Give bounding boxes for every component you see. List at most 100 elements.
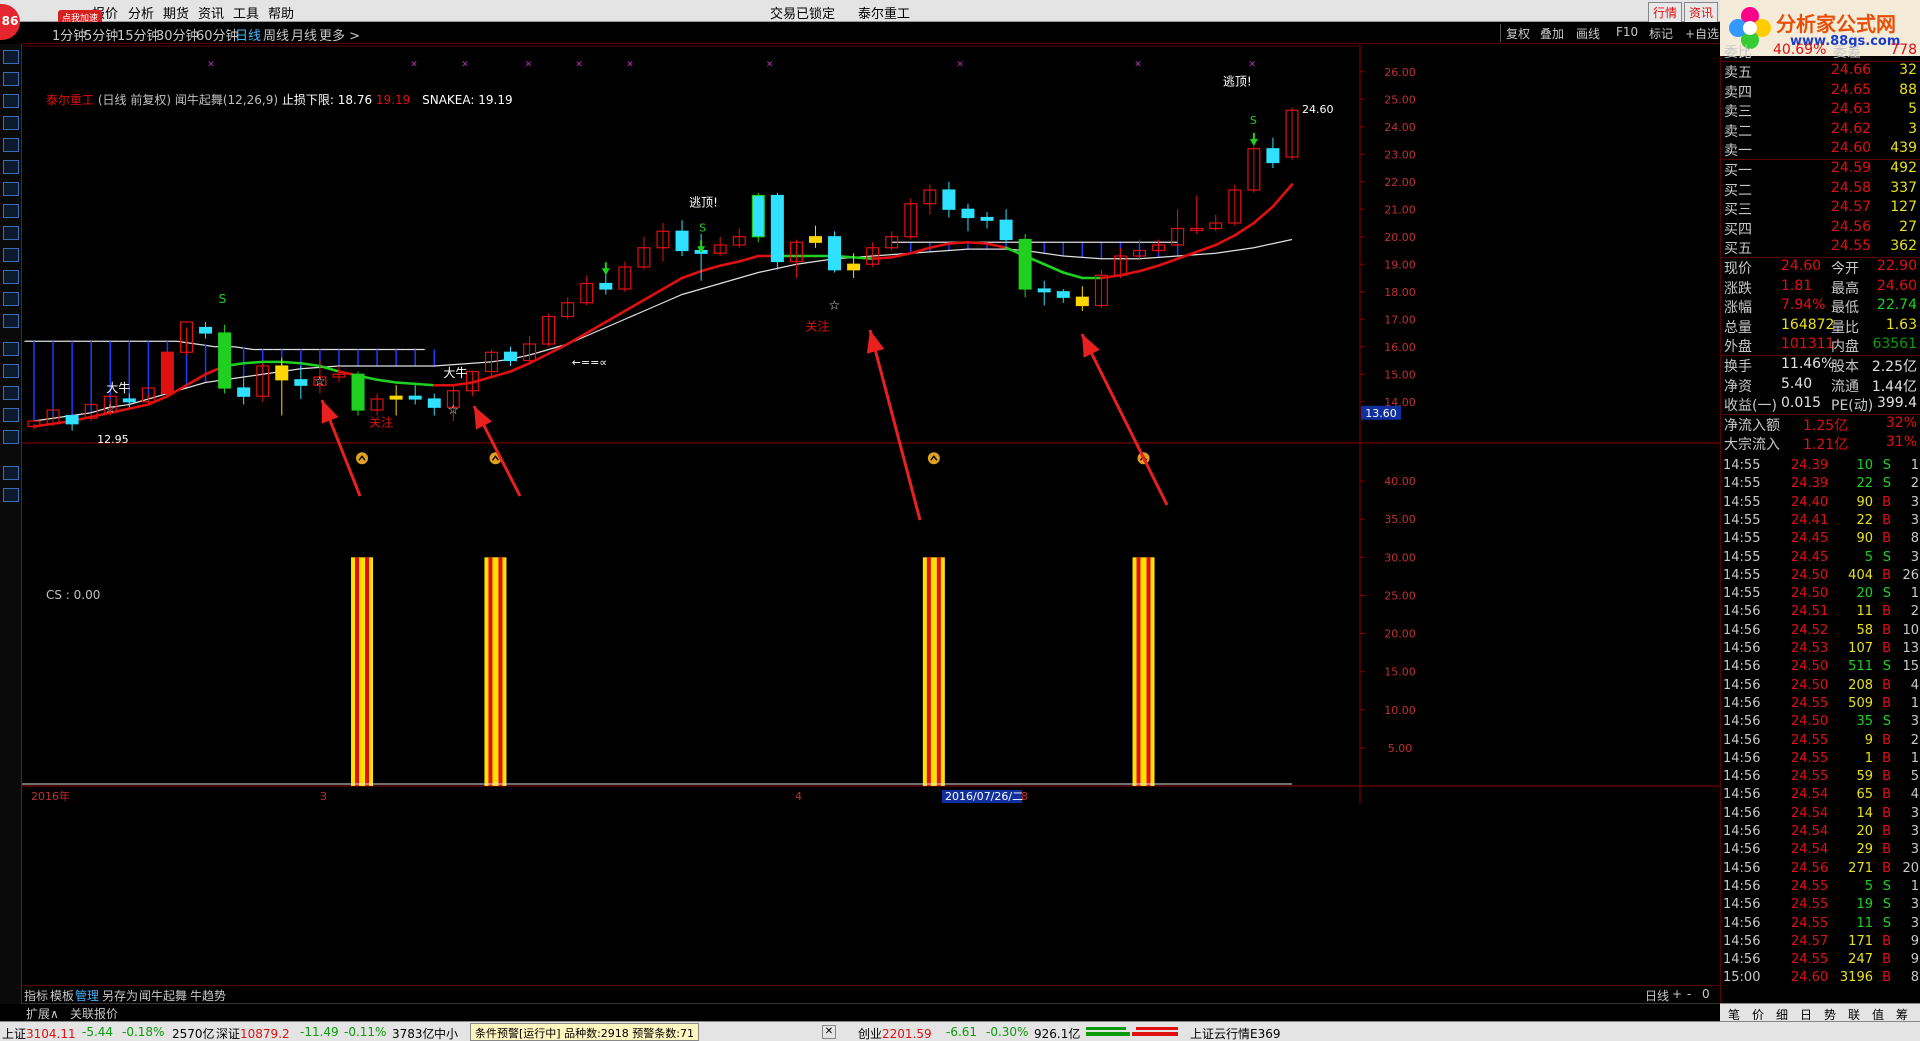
tab-template[interactable]: 模板 [50, 987, 74, 1004]
ask-row[interactable]: 卖一 24.60 439 [1721, 140, 1920, 159]
tool-pen-icon[interactable] [3, 430, 19, 444]
mark-button[interactable]: 标记 [1649, 25, 1673, 42]
expand-button[interactable]: 扩展∧ [26, 1005, 59, 1022]
tool-table-icon[interactable] [3, 138, 19, 152]
bid-row[interactable]: 买二 24.58 337 [1721, 180, 1920, 199]
sz-index[interactable]: 深证10879.2 [216, 1025, 290, 1041]
tick-row[interactable]: 14:56 24.55 9 B 2 [1721, 733, 1920, 751]
related-quote-button[interactable]: 关联报价 [70, 1005, 118, 1022]
tick-row[interactable]: 14:55 24.45 5 S 3 [1721, 550, 1920, 568]
tool-folder-icon[interactable] [3, 466, 19, 480]
f10-button[interactable]: F10 [1616, 25, 1638, 39]
tool-list-icon[interactable] [3, 94, 19, 108]
tick-row[interactable]: 14:56 24.55 11 S 3 [1721, 916, 1920, 934]
zoom-in-button[interactable]: + [1672, 987, 1682, 1001]
kline-chart[interactable]: 大牛 S 关注 大牛 逃顶! S 关注 逃顶! S 24.60 12.95 ←==∝ ☆ ☆ ☆ ☆ × × × × ×… [22, 44, 1720, 1008]
bid-row[interactable]: 买一 24.59 492 [1721, 160, 1920, 179]
tick-row[interactable]: 14:56 24.50 208 B 4 [1721, 678, 1920, 696]
period-weekly[interactable]: 周线 [263, 25, 289, 44]
tick-row[interactable]: 14:56 24.52 58 B 10 [1721, 623, 1920, 641]
tick-row[interactable]: 14:56 24.55 5 S 1 [1721, 879, 1920, 897]
tool-wave-icon[interactable] [3, 342, 19, 356]
overlay-button[interactable]: 叠加 [1540, 25, 1564, 42]
cloud-quote-status[interactable]: 上证云行情E369 [1190, 1025, 1281, 1041]
period-1min[interactable]: 1分钟 [52, 25, 86, 44]
tick-row[interactable]: 14:56 24.55 19 S 3 [1721, 897, 1920, 915]
tab-wenniu[interactable]: 闻牛起舞 [139, 987, 187, 1004]
period-15min[interactable]: 15分钟 [117, 25, 160, 44]
tick-row[interactable]: 14:56 24.54 20 B 3 [1721, 824, 1920, 842]
sh-index[interactable]: 上证3104.11 [2, 1025, 76, 1041]
tool-kline-icon[interactable] [3, 182, 19, 196]
tick-row[interactable]: 14:55 24.39 22 S 2 [1721, 476, 1920, 494]
period-30min[interactable]: 30分钟 [156, 25, 199, 44]
menu-tools[interactable]: 工具 [233, 3, 259, 22]
tab-niuqushi[interactable]: 牛趋势 [190, 987, 226, 1004]
menu-help[interactable]: 帮助 [268, 3, 294, 22]
tab-save-as[interactable]: 另存为 [102, 987, 138, 1004]
tick-row[interactable]: 14:55 24.40 90 B 3 [1721, 495, 1920, 513]
tool-export-icon[interactable] [3, 488, 19, 502]
tick-row[interactable]: 14:56 24.54 29 B 3 [1721, 842, 1920, 860]
tab-manage[interactable]: 管理 [75, 987, 99, 1004]
tool-line-chart-icon[interactable] [3, 160, 19, 174]
draw-button[interactable]: 画线 [1576, 25, 1600, 42]
tool-f11-icon[interactable] [3, 270, 19, 284]
period-monthly[interactable]: 月线 [291, 25, 317, 44]
alert-status[interactable]: 条件预警[运行中] 品种数:2918 预警条数:71 [470, 1023, 699, 1041]
tool-bar-icon[interactable] [3, 248, 19, 262]
add-watchlist-button[interactable]: +自选 [1685, 25, 1719, 42]
tick-row[interactable]: 14:55 24.50 404 B 26 [1721, 568, 1920, 586]
tick-row[interactable]: 14:56 24.50 511 S 15 [1721, 659, 1920, 677]
tick-row[interactable]: 14:55 24.50 20 S 1 [1721, 586, 1920, 604]
tool-clock-icon[interactable] [3, 314, 19, 328]
tick-row[interactable]: 14:56 24.51 11 B 2 [1721, 604, 1920, 622]
ask-row[interactable]: 卖四 24.65 88 [1721, 82, 1920, 101]
tick-row[interactable]: 14:55 24.41 22 B 3 [1721, 513, 1920, 531]
period-more[interactable]: 更多 > [319, 25, 360, 44]
tool-grid-icon[interactable] [3, 116, 19, 130]
tab-indicator[interactable]: 指标 [24, 987, 48, 1004]
zx-label[interactable]: 中小 [434, 1025, 458, 1041]
ask-row[interactable]: 卖三 24.63 5 [1721, 101, 1920, 120]
tick-row[interactable]: 14:56 24.55 247 B 9 [1721, 952, 1920, 970]
bid-row[interactable]: 买四 24.56 27 [1721, 219, 1920, 238]
tick-row[interactable]: 14:56 24.50 35 S 3 [1721, 714, 1920, 732]
cy-index[interactable]: 创业2201.59 [858, 1025, 932, 1041]
zoom-out-button[interactable]: - [1687, 987, 1691, 1001]
tool-f12-icon[interactable] [3, 292, 19, 306]
bid-row[interactable]: 买三 24.57 127 [1721, 199, 1920, 218]
tick-row[interactable]: 14:55 24.45 90 B 8 [1721, 531, 1920, 549]
chart-canvas[interactable]: 大牛S关注大牛逃顶!S关注逃顶!S24.6012.95←==∝☆☆☆☆× × × × ×… [22, 44, 1720, 1008]
tick-row[interactable]: 14:56 24.55 59 B 5 [1721, 769, 1920, 787]
tab-news[interactable]: 资讯 [1684, 2, 1719, 23]
tick-row[interactable]: 14:56 24.56 271 B 20 [1721, 861, 1920, 879]
bid-row[interactable]: 买五 24.55 362 [1721, 238, 1920, 257]
tick-row[interactable]: 14:56 24.55 509 B 1 [1721, 696, 1920, 714]
tick-row[interactable]: 14:56 24.53 107 B 13 [1721, 641, 1920, 659]
adjust-button[interactable]: 复权 [1506, 25, 1530, 42]
tool-rsi-icon[interactable] [3, 364, 19, 378]
period-daily[interactable]: 日线 [235, 25, 261, 44]
zoom-reset-button[interactable]: 0 [1702, 987, 1710, 1001]
period-5min[interactable]: 5分钟 [84, 25, 118, 44]
tick-row[interactable]: 14:55 24.39 10 S 1 [1721, 458, 1920, 476]
close-alert-icon[interactable]: ✕ [822, 1025, 836, 1039]
tab-market[interactable]: 行情 [1648, 2, 1683, 23]
tool-news-icon[interactable] [3, 226, 19, 240]
tool-move-icon[interactable] [3, 408, 19, 422]
tick-row[interactable]: 15:00 24.60 3196 B 8 [1721, 970, 1920, 988]
tick-row[interactable]: 14:56 24.55 1 B 1 [1721, 751, 1920, 769]
ask-row[interactable]: 卖二 24.62 3 [1721, 121, 1920, 140]
tool-up-icon[interactable] [3, 50, 19, 64]
ask-row[interactable]: 卖五 24.66 32 [1721, 62, 1920, 81]
tool-down-icon[interactable] [3, 72, 19, 86]
tool-dollar-icon[interactable] [3, 386, 19, 400]
tool-f10-icon[interactable] [3, 204, 19, 218]
tick-row[interactable]: 14:56 24.54 65 B 4 [1721, 787, 1920, 805]
menu-news[interactable]: 资讯 [198, 3, 224, 22]
period-60min[interactable]: 60分钟 [196, 25, 239, 44]
tick-row[interactable]: 14:56 24.54 14 B 3 [1721, 806, 1920, 824]
menu-futures[interactable]: 期货 [163, 3, 189, 22]
tick-row[interactable]: 14:56 24.57 171 B 9 [1721, 934, 1920, 952]
